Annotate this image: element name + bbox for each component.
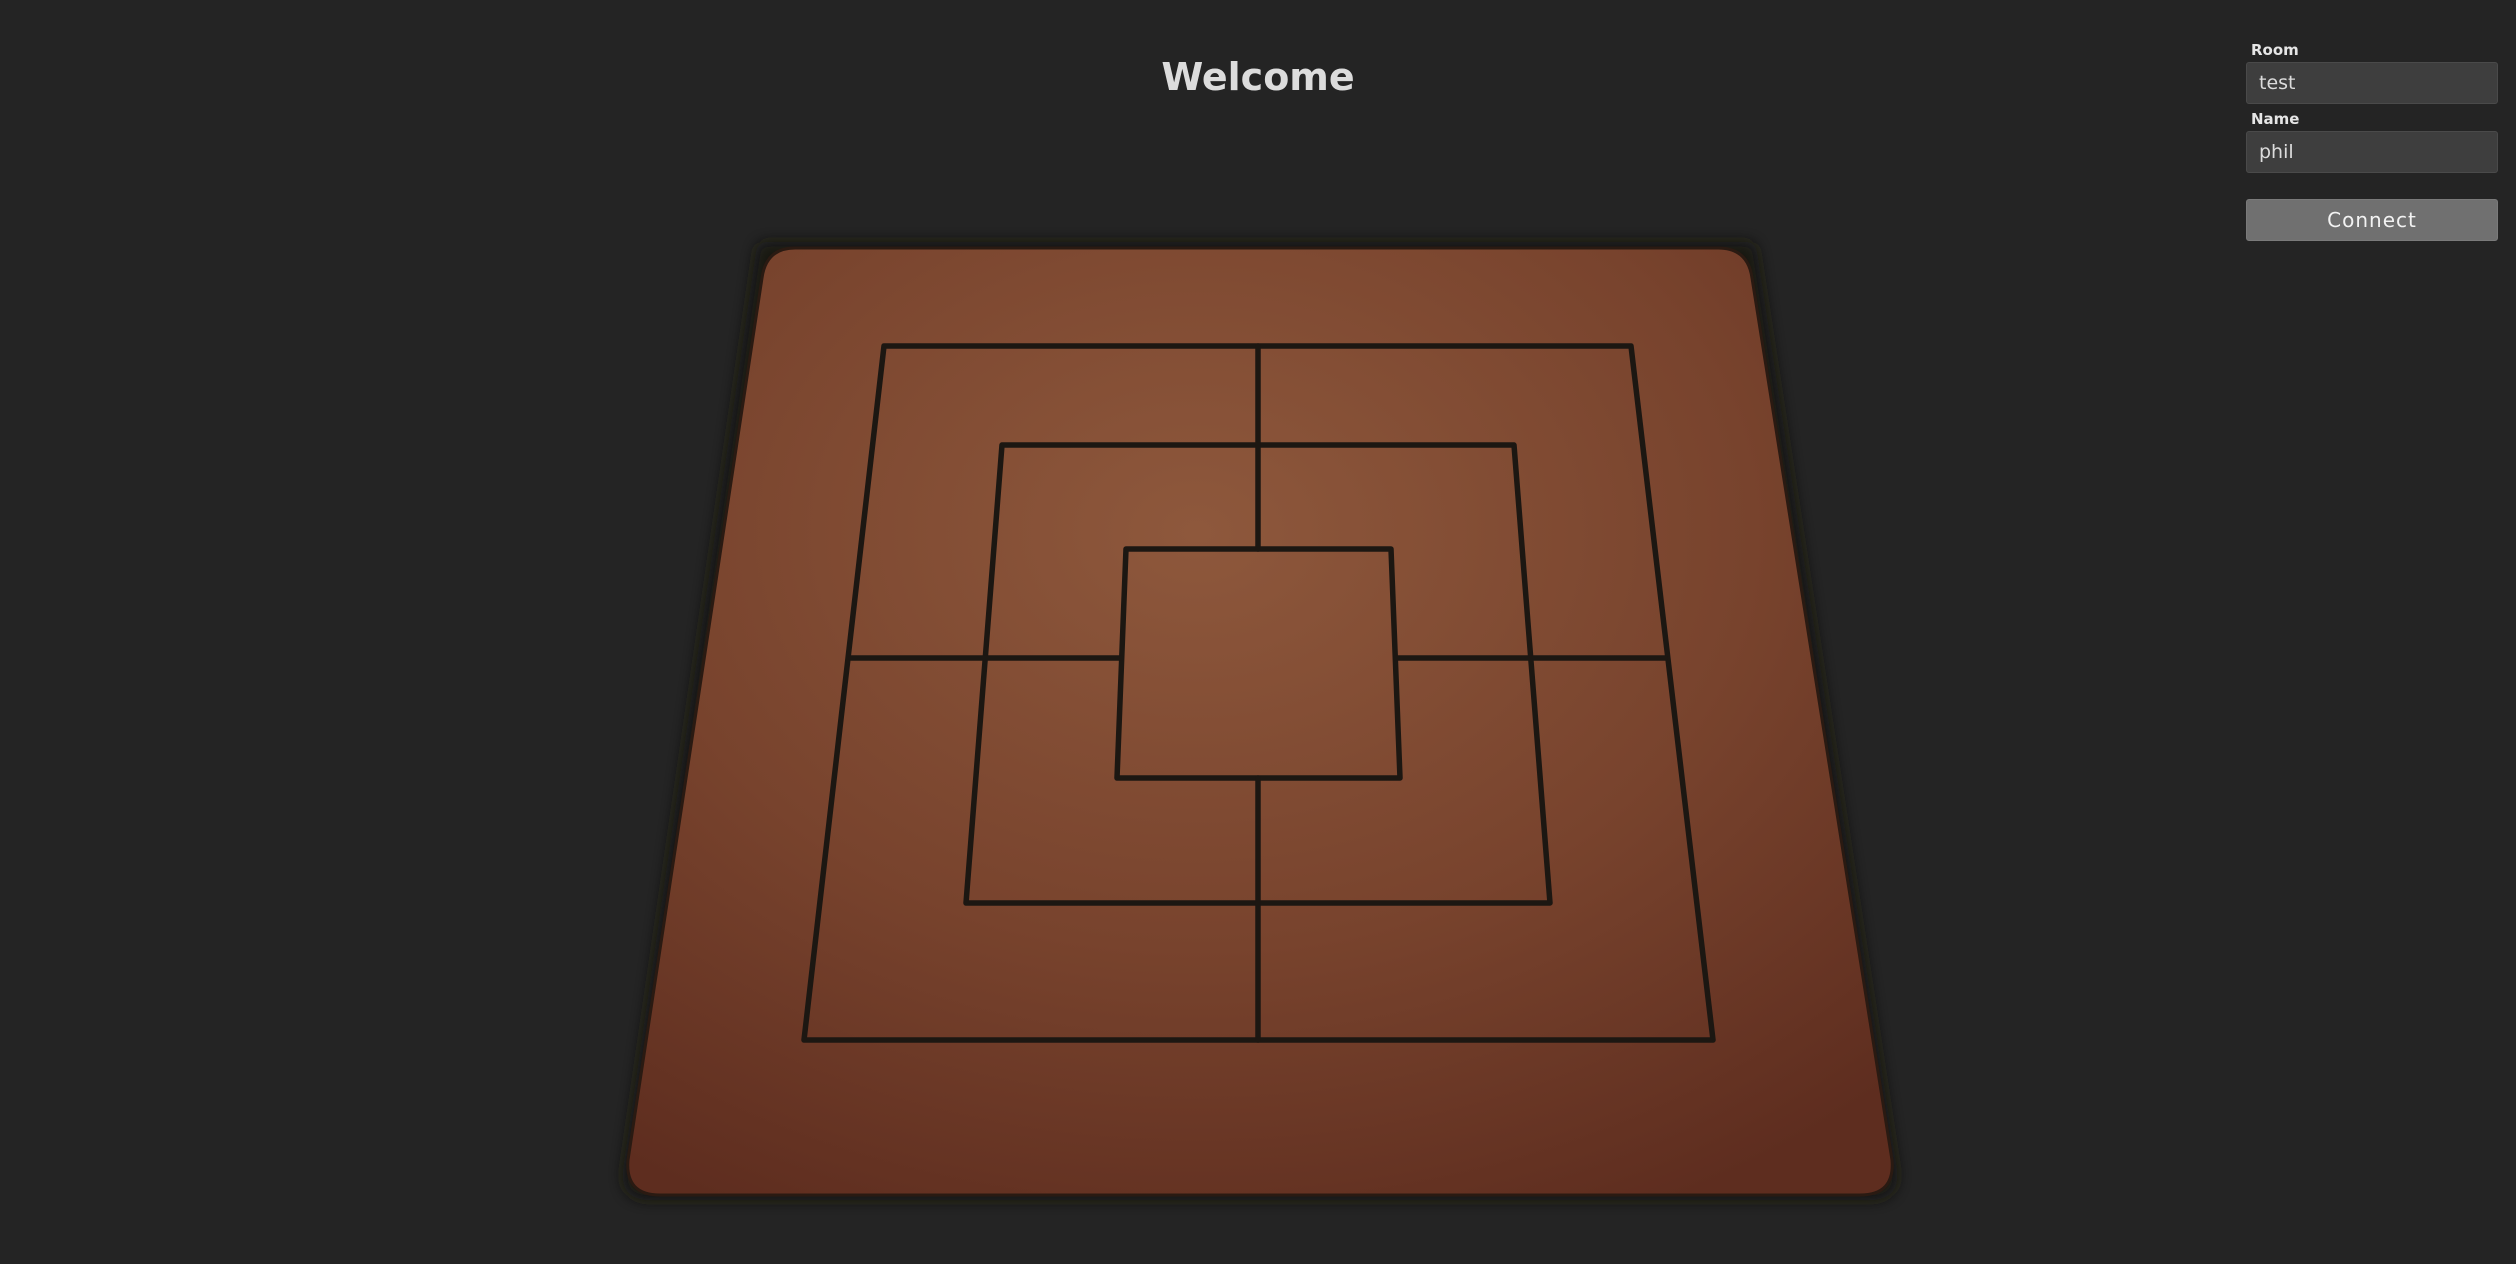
room-input[interactable] [2246, 62, 2498, 104]
page-title: Welcome [1161, 55, 1355, 99]
name-input[interactable] [2246, 131, 2498, 173]
room-label: Room [2251, 41, 2299, 59]
page: Welcome Room Name Connect [0, 0, 2516, 1264]
connect-panel: Room Name Connect [2246, 40, 2498, 241]
name-label: Name [2251, 110, 2300, 128]
connect-button[interactable]: Connect [2246, 199, 2498, 241]
game-board[interactable] [0, 0, 2516, 1264]
